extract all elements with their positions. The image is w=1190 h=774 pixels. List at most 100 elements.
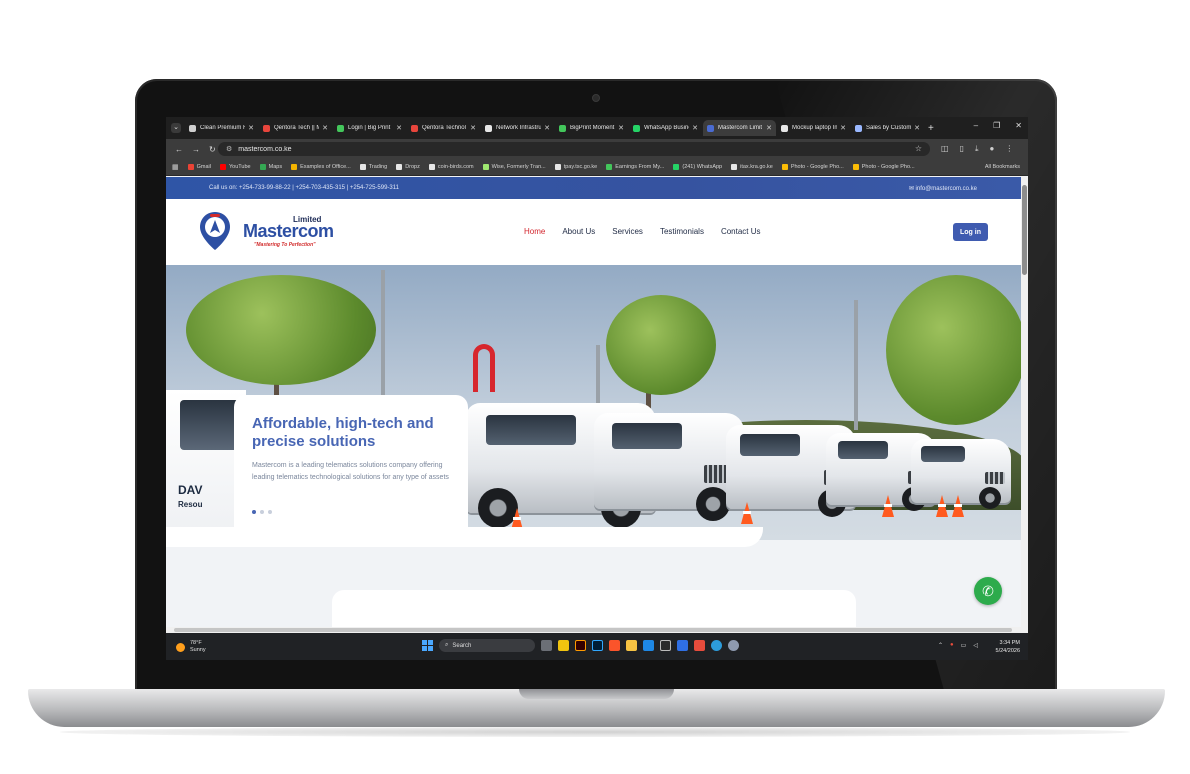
- browser-tab[interactable]: Network Infrastru ✕: [481, 120, 554, 136]
- tab-close-icon[interactable]: ✕: [692, 124, 698, 132]
- side-panel-icon[interactable]: ▯: [960, 144, 964, 154]
- tab-close-icon[interactable]: ✕: [766, 124, 772, 132]
- illustrator-icon[interactable]: [575, 640, 586, 651]
- bookmark-favicon-icon: [396, 164, 403, 170]
- browser-toolbar: ← → ↻ ⚙ ☆ ◫ ▯ ⤓ ● ⋮: [166, 139, 1028, 159]
- forward-icon[interactable]: →: [192, 145, 200, 154]
- task-view-icon[interactable]: [541, 640, 552, 651]
- login-button[interactable]: Log in: [953, 223, 988, 241]
- logo-wordmark[interactable]: Mastercom: [243, 221, 334, 242]
- browser-tab[interactable]: Mastercom Limit ✕: [703, 120, 776, 136]
- file-explorer-icon[interactable]: [626, 640, 637, 651]
- browser-tab[interactable]: Clean Premium F ✕: [185, 120, 258, 136]
- reload-icon[interactable]: ↻: [209, 145, 216, 154]
- profile-icon[interactable]: ●: [990, 144, 995, 154]
- system-clock[interactable]: 3:34 PM 5/24/2026: [996, 639, 1020, 655]
- office-icon[interactable]: [694, 640, 705, 651]
- bookmark-item[interactable]: tpay.tsc.go.ke: [554, 164, 597, 170]
- network-icon[interactable]: ▭: [961, 642, 967, 649]
- tab-close-icon[interactable]: ✕: [396, 124, 402, 132]
- restore-icon[interactable]: ❐: [993, 121, 1000, 130]
- terminal-icon[interactable]: [660, 640, 671, 651]
- nav-contact-us[interactable]: Contact Us: [721, 227, 761, 236]
- tray-app-icon[interactable]: ●: [950, 642, 954, 649]
- apps-grid-icon[interactable]: ▦: [172, 163, 179, 171]
- browser-tab[interactable]: Sales by Custome ✕: [851, 120, 924, 136]
- bookmark-item[interactable]: Earnings From My...: [606, 164, 664, 170]
- app-icon[interactable]: [677, 640, 688, 651]
- vertical-scrollbar[interactable]: [1021, 177, 1028, 627]
- edge-icon[interactable]: [711, 640, 722, 651]
- logo-pin-icon[interactable]: [198, 210, 232, 252]
- browser-tab[interactable]: Qentora Technol ✕: [407, 120, 480, 136]
- whatsapp-chat-button[interactable]: ✆: [974, 577, 1002, 605]
- windows-start-icon[interactable]: [422, 640, 433, 651]
- tab-close-icon[interactable]: ✕: [322, 124, 328, 132]
- brave-icon[interactable]: [609, 640, 620, 651]
- tab-close-icon[interactable]: ✕: [914, 124, 920, 132]
- slider-dot-2[interactable]: [260, 510, 264, 514]
- settings-icon[interactable]: [728, 640, 739, 651]
- tab-close-icon[interactable]: ✕: [470, 124, 476, 132]
- bookmark-label: (241) WhatsApp: [682, 164, 723, 170]
- chrome-icon[interactable]: [558, 640, 569, 651]
- bookmark-item[interactable]: Dropz: [396, 164, 420, 170]
- bookmark-favicon-icon: [428, 164, 435, 170]
- logo-tagline: "Mastering To Perfection": [254, 242, 316, 248]
- close-window-icon[interactable]: ✕: [1015, 121, 1022, 130]
- bookmark-item[interactable]: Trading: [359, 164, 387, 170]
- browser-tab[interactable]: Qentora Tech || M ✕: [259, 120, 332, 136]
- volume-icon[interactable]: ◁: [973, 642, 978, 649]
- download-icon[interactable]: ⤓: [975, 144, 979, 154]
- vscode-icon[interactable]: [643, 640, 654, 651]
- bookmark-item[interactable]: Gmail: [187, 164, 211, 170]
- nav-testimonials[interactable]: Testimonials: [660, 227, 704, 236]
- browser-tab[interactable]: Mockup laptop Im ✕: [777, 120, 850, 136]
- bookmark-item[interactable]: Maps: [259, 164, 282, 170]
- weather-widget[interactable]: 78°F Sunny: [176, 640, 206, 654]
- site-info-icon[interactable]: ⚙: [226, 145, 232, 153]
- tab-close-icon[interactable]: ✕: [248, 124, 254, 132]
- slider-dot-1[interactable]: [252, 510, 256, 514]
- tree: [606, 295, 716, 395]
- address-bar[interactable]: ⚙ ☆: [218, 142, 930, 156]
- bookmark-item[interactable]: (241) WhatsApp: [673, 164, 722, 170]
- horizontal-scrollbar-thumb[interactable]: [174, 628, 1012, 632]
- nav-home[interactable]: Home: [524, 227, 545, 236]
- tab-close-icon[interactable]: ✕: [544, 124, 550, 132]
- contact-email-text[interactable]: info@mastercom.co.ke: [916, 186, 977, 192]
- nav-about-us[interactable]: About Us: [562, 227, 595, 236]
- contact-email[interactable]: ✉ info@mastercom.co.ke: [909, 185, 977, 192]
- bookmark-item[interactable]: Examples of Office...: [291, 164, 351, 170]
- bookmark-item[interactable]: YouTube: [220, 164, 251, 170]
- browser-tab[interactable]: Login | Big Print ✕: [333, 120, 406, 136]
- extensions-icon[interactable]: ◫: [941, 144, 949, 154]
- bookmark-label: Examples of Office...: [300, 164, 351, 170]
- nav-services[interactable]: Services: [612, 227, 643, 236]
- url-input[interactable]: [238, 145, 839, 153]
- pickup-truck: [594, 413, 744, 521]
- browser-tab[interactable]: BigPrint Moment ✕: [555, 120, 628, 136]
- more-menu-icon[interactable]: ⋮: [1005, 144, 1013, 154]
- slider-dot-3[interactable]: [268, 510, 272, 514]
- new-tab-button[interactable]: +: [928, 123, 934, 134]
- windows-taskbar: 78°F Sunny ⌕ Search ⌃ ● ▭ ◁ 3:34 PM 5/24…: [166, 633, 1028, 660]
- bookmark-item[interactable]: itax.kra.go.ke: [731, 164, 773, 170]
- bookmark-item[interactable]: coin-birds.com: [428, 164, 474, 170]
- tab-close-icon[interactable]: ✕: [618, 124, 624, 132]
- bookmark-label: Wise, Formerly Tran...: [491, 164, 546, 170]
- browser-tab[interactable]: WhatsApp Busine ✕: [629, 120, 702, 136]
- taskbar-search[interactable]: ⌕ Search: [439, 639, 535, 652]
- tray-chevron-icon[interactable]: ⌃: [938, 642, 943, 649]
- tab-search-icon[interactable]: ⌄: [171, 123, 181, 133]
- tab-close-icon[interactable]: ✕: [840, 124, 846, 132]
- bookmark-star-icon[interactable]: ☆: [915, 144, 922, 153]
- minimize-icon[interactable]: –: [974, 121, 978, 130]
- all-bookmarks[interactable]: All Bookmarks: [985, 164, 1020, 170]
- bookmark-item[interactable]: Wise, Formerly Tran...: [482, 164, 546, 170]
- back-icon[interactable]: ←: [175, 145, 183, 154]
- bookmark-item[interactable]: Photo - Google Pho...: [781, 164, 844, 170]
- scrollbar-thumb[interactable]: [1022, 185, 1027, 275]
- bookmark-item[interactable]: Photo - Google Pho...: [852, 164, 915, 170]
- photoshop-icon[interactable]: [592, 640, 603, 651]
